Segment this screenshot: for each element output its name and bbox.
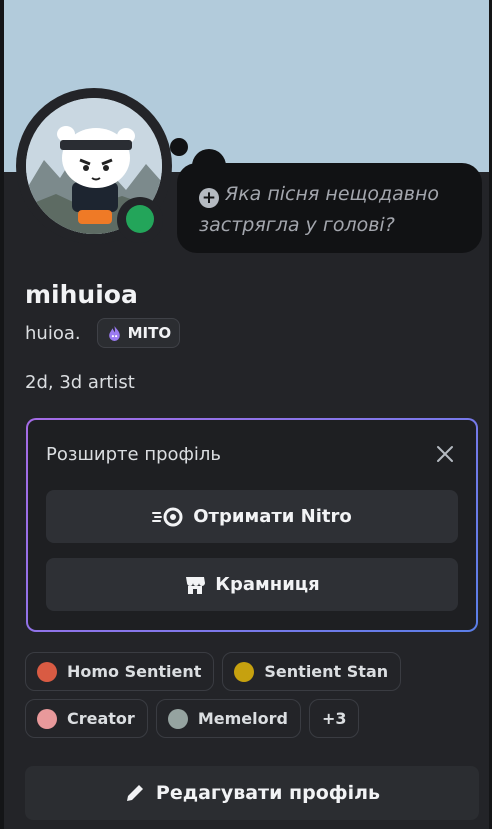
- role-chip[interactable]: Creator: [25, 699, 148, 738]
- get-nitro-label: Отримати Nitro: [193, 506, 352, 527]
- role-color-dot: [37, 708, 57, 729]
- window-edge-left: [0, 0, 4, 829]
- role-chip[interactable]: Homo Sentient: [25, 652, 215, 691]
- custom-status-bubble[interactable]: + Яка пісня нещодавно застрягла у голові?: [177, 163, 482, 253]
- username[interactable]: huioa.: [25, 323, 81, 344]
- role-color-dot: [37, 661, 57, 682]
- server-tag-label: МІТО: [127, 324, 172, 342]
- upsell-title: Розширте профіль: [46, 444, 222, 465]
- custom-status-placeholder: Яка пісня нещодавно застрягла у голові?: [199, 183, 440, 236]
- edit-profile-label: Редагувати профіль: [155, 782, 381, 804]
- thought-bubble-dot-small: [170, 138, 188, 156]
- pencil-icon: [126, 785, 143, 801]
- server-tag-badge[interactable]: МІТО: [96, 318, 181, 348]
- edit-profile-button[interactable]: Редагувати профіль: [25, 766, 479, 820]
- display-name: mihuioa: [25, 280, 138, 309]
- nitro-icon: [152, 507, 183, 526]
- online-status-indicator: [126, 205, 154, 233]
- get-nitro-button[interactable]: Отримати Nitro: [46, 490, 458, 543]
- more-roles-button[interactable]: +3: [308, 699, 360, 738]
- profile-bio: 2d, 3d artist: [25, 372, 135, 393]
- shop-button[interactable]: Крамниця: [46, 558, 458, 611]
- shop-label: Крамниця: [215, 574, 320, 595]
- plus-circle-icon: +: [199, 188, 219, 208]
- role-label: Memelord: [197, 709, 288, 728]
- more-roles-count: +3: [321, 709, 347, 728]
- shop-icon: [186, 576, 206, 594]
- flame-icon: [108, 325, 120, 341]
- username-row: huioa. МІТО: [25, 317, 181, 349]
- role-chip[interactable]: Memelord: [155, 699, 301, 738]
- role-label: Sentient Stan: [264, 662, 389, 681]
- roles-list: Homo Sentient Sentient Stan Creator Meme…: [25, 652, 465, 746]
- role-color-dot: [167, 708, 188, 729]
- role-chip[interactable]: Sentient Stan: [222, 652, 402, 691]
- role-label: Homo Sentient: [67, 662, 202, 681]
- role-label: Creator: [67, 709, 135, 728]
- close-icon[interactable]: [432, 441, 458, 467]
- role-color-dot: [234, 661, 255, 682]
- profile-upsell-card: Розширте профіль Отримати Nitro Крамниця: [26, 418, 478, 632]
